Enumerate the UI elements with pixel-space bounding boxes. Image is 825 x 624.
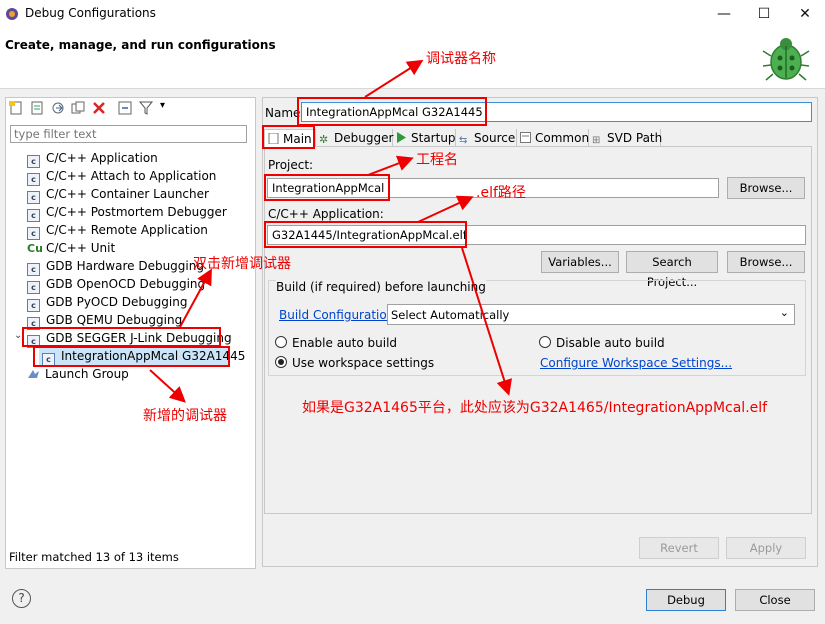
annotation-note: 如果是G32A1465平台，此处应该为G32A1465/IntegrationA… [302,400,768,416]
annotation-project-name: 工程名 [416,152,458,168]
annotation-elf-path: .elf路径 [476,185,526,201]
annotation-arrows [149,59,512,403]
annotation-debugger-name: 调试器名称 [426,51,496,67]
annotation-new-debugger: 新增的调试器 [143,408,227,424]
annotation-double-click: 双击新增调试器 [193,256,291,272]
